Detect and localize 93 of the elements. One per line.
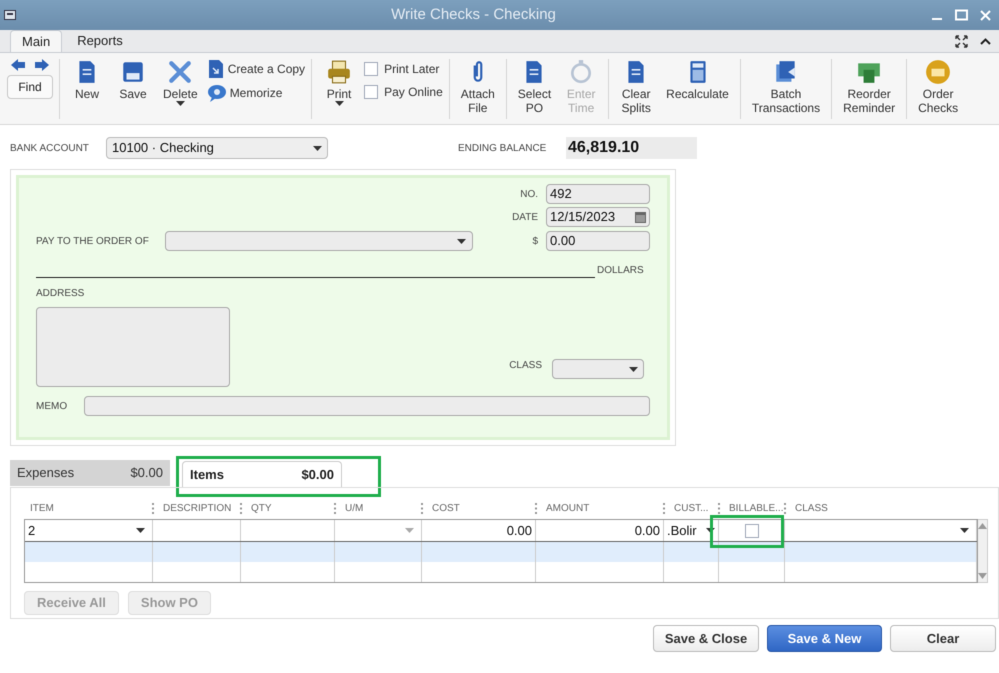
table-cell[interactable]: .Bolir: [667, 520, 697, 540]
column-header: BILLABLE...: [728, 502, 784, 516]
memo-label: MEMO: [36, 400, 68, 414]
maximize-icon[interactable]: [955, 9, 968, 21]
expand-icon[interactable]: [955, 35, 968, 48]
caret-icon: [960, 528, 969, 533]
checkbox-label: Pay Online: [384, 84, 443, 100]
table-cell[interactable]: 2: [28, 520, 36, 540]
caret-icon: [706, 528, 715, 533]
column-divider-icon[interactable]: [535, 502, 537, 514]
toolbar-button[interactable]: Print: [318, 59, 360, 106]
address-field[interactable]: [36, 307, 230, 387]
toolbar-button[interactable]: Recalculate: [661, 59, 734, 101]
checkbox[interactable]: [364, 62, 378, 76]
payee-label: PAY TO THE ORDER OF: [36, 234, 150, 248]
scroll-down-icon[interactable]: [978, 573, 987, 579]
check-number-field[interactable]: 492: [546, 184, 650, 204]
column-divider-icon[interactable]: [421, 502, 423, 514]
dollars-label: DOLLARS: [597, 264, 644, 278]
address-label: ADDRESS: [36, 287, 86, 301]
column-header: AMOUNT: [545, 502, 590, 516]
column-header: ITEM: [29, 502, 54, 516]
toolbar-button[interactable]: New: [66, 59, 108, 101]
window-menu-icon[interactable]: [4, 10, 16, 20]
calendar-icon[interactable]: [635, 212, 646, 222]
bank-account-dropdown[interactable]: 10100 · Checking: [106, 137, 328, 159]
action-button[interactable]: Save & New: [767, 625, 882, 652]
toolbar-button[interactable]: Memorize: [206, 83, 306, 103]
table-cell-text: 0.00: [634, 522, 660, 540]
class-dropdown[interactable]: [552, 359, 644, 379]
ribbon-tab[interactable]: Reports: [66, 30, 134, 52]
toolbar-button[interactable]: Create a Copy: [206, 59, 306, 79]
bank-account-label: BANK ACCOUNT: [10, 142, 90, 156]
checkbox[interactable]: [744, 524, 758, 538]
caret-icon: [313, 146, 322, 150]
class-label: CLASS: [509, 359, 542, 373]
amount-field[interactable]: 0.00: [546, 231, 650, 251]
action-button[interactable]: Clear: [890, 625, 996, 652]
detail-tab[interactable]: Expenses $0.00: [10, 460, 170, 486]
ribbon-tab[interactable]: Main: [10, 30, 62, 52]
column-header: CLASS: [794, 502, 828, 516]
checkbox-label: Print Later: [384, 60, 440, 78]
action-button[interactable]: Save & Close: [653, 625, 759, 652]
column-divider-icon[interactable]: [784, 502, 786, 514]
x-icon: [167, 59, 194, 85]
toolbar-button[interactable]: Delete: [158, 59, 203, 106]
payee-dropdown[interactable]: [165, 231, 473, 251]
find-button[interactable]: Find: [7, 75, 53, 99]
column-header: DESCRIPTION: [162, 502, 232, 516]
printer-icon: [326, 59, 352, 85]
column-divider-icon[interactable]: [718, 502, 720, 514]
toolbar-button[interactable]: Clear Splits: [615, 59, 658, 115]
column-header: U/M: [344, 502, 364, 516]
speech-bubble-icon: [206, 84, 227, 102]
toolbar-button[interactable]: Order Checks: [913, 59, 964, 115]
toolbar-button[interactable]: Select PO: [512, 59, 556, 115]
copy-icon: [206, 59, 225, 79]
scrollbar[interactable]: [978, 519, 988, 583]
column-header: COST: [431, 502, 460, 516]
memo-field[interactable]: [84, 396, 650, 416]
toolbar-button[interactable]: Save: [112, 59, 154, 101]
table-row[interactable]: 2 0.00 0.00 .Bolir: [25, 520, 977, 542]
detail-tab[interactable]: Items $0.00: [182, 461, 342, 487]
column-divider-icon[interactable]: [663, 502, 665, 514]
column-divider-icon[interactable]: [334, 502, 336, 514]
scroll-up-icon[interactable]: [978, 523, 987, 529]
table-cell-text: 0.00: [506, 522, 532, 540]
close-icon[interactable]: [980, 10, 991, 20]
column-header: CUST...: [673, 502, 708, 516]
forward-arrow-icon[interactable]: [35, 59, 49, 71]
caret-icon: [334, 101, 344, 106]
toolbar-button[interactable]: Attach File: [456, 59, 500, 115]
checkbox[interactable]: [364, 84, 378, 98]
collapse-icon[interactable]: [980, 38, 991, 45]
column-header: QTY: [250, 502, 272, 516]
check-number-label: NO.: [520, 188, 538, 202]
column-divider-icon[interactable]: [152, 502, 154, 514]
caret-icon: [457, 238, 466, 244]
caret-icon: [405, 528, 414, 533]
caret-icon: [629, 366, 638, 372]
back-arrow-icon[interactable]: [11, 59, 25, 71]
coin-icon: [925, 59, 952, 85]
date-field[interactable]: 12/15/2023: [546, 207, 650, 227]
toolbar-button[interactable]: Batch Transactions: [746, 59, 826, 115]
caret-icon: [136, 528, 145, 533]
currency-label: $: [532, 234, 538, 248]
ending-balance-value: 46,819.10: [566, 137, 697, 159]
ending-balance-label: ENDING BALANCE: [458, 142, 548, 156]
window-title: Write Checks - Checking: [390, 4, 557, 25]
date-label: DATE: [512, 210, 538, 224]
caret-icon: [176, 101, 185, 106]
column-divider-icon[interactable]: [240, 502, 242, 514]
toolbar-button[interactable]: Reorder Reminder: [838, 59, 900, 115]
